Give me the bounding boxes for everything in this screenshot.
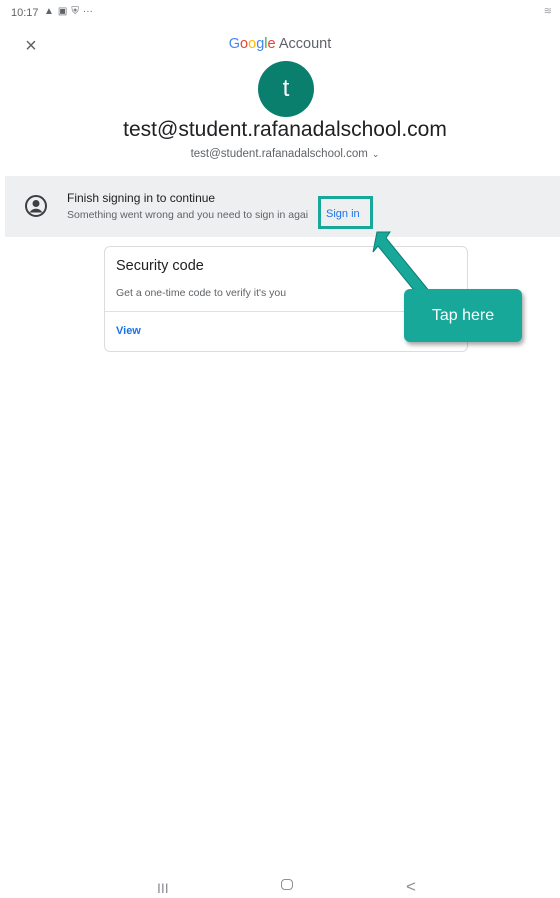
google-account-brand: Google Account [228, 36, 332, 52]
shield-icon: ⛨ [71, 6, 79, 17]
sign-in-link[interactable]: Sign in [326, 208, 360, 220]
warning-icon: ▲ [44, 6, 54, 17]
account-email-title: test@student.rafanadalschool.com [123, 118, 447, 141]
image-icon: ▣ [57, 6, 68, 17]
avatar: t [258, 61, 314, 117]
banner-title: Finish signing in to continue [67, 191, 216, 205]
account-email-sub: test@student.rafanadalschool.com [190, 148, 368, 160]
chevron-down-icon: ⌄ [371, 149, 380, 159]
tap-here-callout: Tap here [404, 289, 522, 342]
banner-text: Something went wrong and you need to sig… [67, 209, 309, 221]
card-text: Get a one-time code to verify it's you [116, 287, 287, 299]
status-time: 10:17 [11, 7, 39, 19]
card-title: Security code [116, 258, 204, 274]
account-circle-icon [25, 195, 47, 217]
more-icon: ··· [82, 6, 93, 17]
wifi-icon: ≋ [543, 6, 552, 17]
status-icons: ▲ ▣ ⛨ ··· [44, 6, 93, 17]
signin-banner [5, 176, 560, 237]
home-button[interactable] [281, 879, 293, 890]
view-link[interactable]: View [116, 325, 141, 337]
account-switcher[interactable]: test@student.rafanadalschool.com ⌄ [0, 148, 560, 160]
back-button[interactable]: < [406, 877, 416, 897]
recents-button[interactable]: III [157, 880, 169, 896]
